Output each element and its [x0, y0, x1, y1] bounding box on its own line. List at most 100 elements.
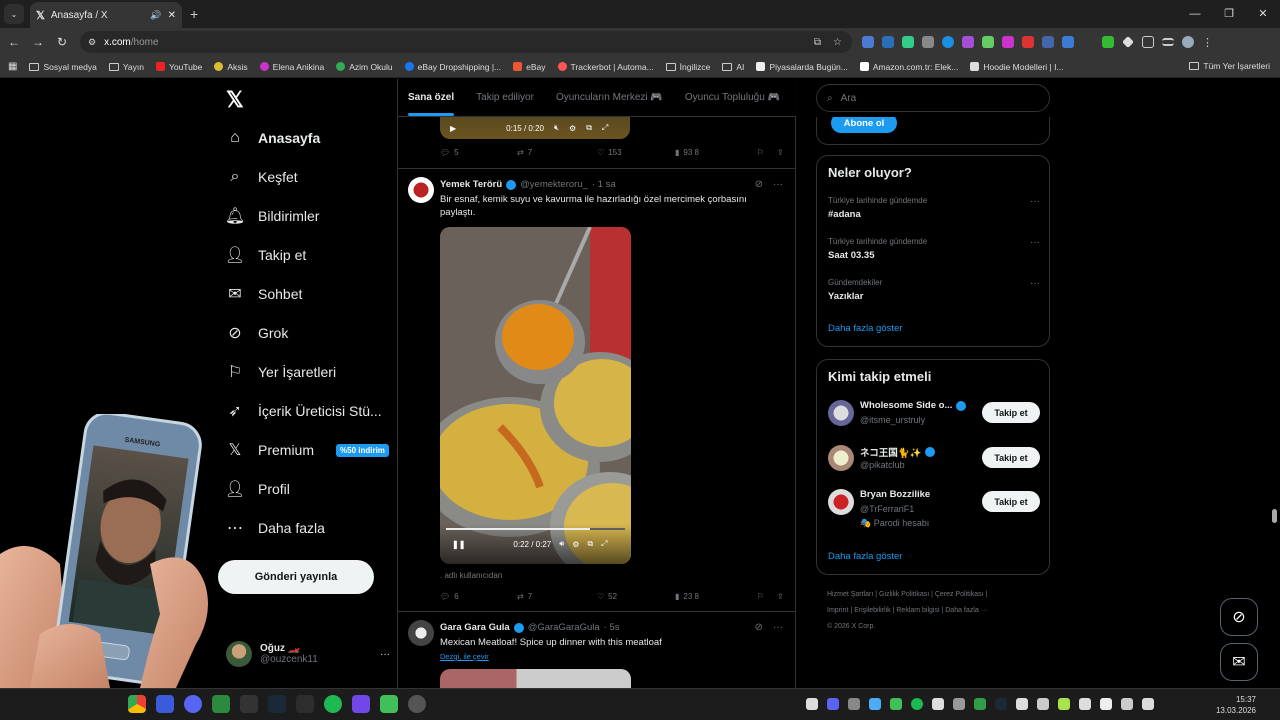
bookmark-item[interactable]: Azim Okulu — [336, 62, 393, 72]
trend-item[interactable]: Türkiye tarihinde gündemde Saat 03.35 ··… — [828, 237, 1040, 261]
bookmark-button[interactable]: ⚐ — [757, 148, 777, 157]
bookmark-item[interactable]: Sosyal medya — [29, 62, 97, 72]
tray-icon[interactable] — [827, 698, 839, 710]
spotify-icon[interactable] — [324, 695, 342, 713]
microphone-icon[interactable] — [1100, 698, 1112, 710]
repost-button[interactable]: ⇄ 7 — [517, 148, 597, 157]
author-handle[interactable]: @GaraGaraGula — [528, 622, 600, 633]
extension-icon[interactable] — [962, 36, 974, 48]
extension-icon[interactable] — [1102, 36, 1114, 48]
views-button[interactable]: ▮ 23 8 — [675, 592, 757, 601]
avatar[interactable] — [408, 620, 434, 646]
steam-icon[interactable] — [268, 695, 286, 713]
browser-tab[interactable]: 𝕏 Anasayfa / X 🔊 ✕ — [30, 2, 182, 28]
scrollbar-thumb[interactable] — [1272, 509, 1277, 523]
bookmark-item[interactable]: İngilizce — [665, 62, 710, 72]
reply-button[interactable]: 💬︎ 5 — [440, 148, 517, 157]
more-icon[interactable]: ··· — [1030, 196, 1040, 207]
tray-icon[interactable] — [911, 698, 923, 710]
search-input[interactable]: ⌕ Ara — [816, 84, 1050, 112]
clock[interactable]: 15:37 13.03.2026 — [1216, 694, 1256, 716]
extension-icon[interactable] — [862, 36, 874, 48]
post-video[interactable]: ❚❚ 0:22 / 0:27 🔊︎ ⚙ ⧉ ⤢ — [440, 227, 631, 564]
video-attribution[interactable]: . adlı kullanıcıdan — [440, 571, 502, 580]
more-icon[interactable]: ··· — [773, 179, 783, 190]
grok-icon[interactable]: ⊘ — [755, 622, 763, 633]
fullscreen-icon[interactable]: ⤢ — [602, 123, 608, 133]
site-info-icon[interactable]: ⚙ — [88, 37, 96, 48]
post-image[interactable] — [440, 669, 631, 688]
follow-button[interactable]: Takip et — [982, 491, 1040, 512]
bookmark-item[interactable]: Trackerbot | Automa... — [557, 62, 654, 72]
minimize-button[interactable]: — — [1178, 0, 1212, 28]
extension-icon[interactable] — [1022, 36, 1034, 48]
tray-icon[interactable] — [995, 698, 1007, 710]
extension-icon[interactable] — [1122, 36, 1134, 48]
volume-icon[interactable]: 🔊︎ — [559, 539, 564, 549]
fullscreen-icon[interactable]: ⤢ — [601, 539, 607, 549]
play-icon[interactable]: ▶ — [450, 124, 456, 133]
browser-menu-icon[interactable]: ⋮ — [1202, 36, 1213, 49]
extension-icon[interactable] — [1002, 36, 1014, 48]
nav-explore[interactable]: ⌕ Keşfet — [226, 168, 298, 186]
nav-notifications[interactable]: 🔔︎ Bildirimler — [225, 207, 320, 225]
author-handle[interactable]: @yemekteroru_ — [520, 179, 588, 190]
bookmark-item[interactable]: eBay — [513, 62, 546, 72]
pause-icon[interactable]: ❚❚ — [452, 540, 465, 549]
author-name[interactable]: Gara Gara Gula — [440, 622, 510, 633]
account-switcher[interactable]: Oğuz 🏎️ @ouzcenk11 ··· — [226, 641, 390, 667]
speaker-icon[interactable] — [1142, 698, 1154, 710]
back-icon[interactable]: ← — [2, 35, 26, 49]
reload-icon[interactable]: ↻ — [50, 35, 74, 49]
tray-icon[interactable] — [869, 698, 881, 710]
share-button[interactable]: ⇪ — [777, 148, 784, 157]
xbox-icon[interactable] — [212, 695, 230, 713]
nav-grok[interactable]: ⊘ Grok — [226, 324, 288, 342]
reply-button[interactable]: 💬︎ 6 — [440, 592, 517, 601]
like-button[interactable]: ♡ 153 — [597, 148, 675, 157]
like-button[interactable]: ♡ 52 — [597, 592, 675, 601]
install-icon[interactable]: ⧉ — [814, 37, 821, 48]
bookmark-star-icon[interactable]: ☆ — [833, 37, 842, 48]
tray-icon[interactable] — [1058, 698, 1070, 710]
maximize-button[interactable]: ❐ — [1212, 0, 1246, 28]
grok-icon[interactable]: ⊘ — [755, 179, 763, 190]
all-bookmarks[interactable]: Tüm Yer İşaretleri — [1189, 61, 1270, 71]
tray-icon[interactable] — [806, 698, 818, 710]
tab-search-button[interactable]: ⌄ — [4, 4, 24, 24]
show-more-link[interactable]: Daha fazla göster — [828, 323, 902, 334]
tray-icon[interactable] — [1037, 698, 1049, 710]
tray-icon[interactable] — [953, 698, 965, 710]
tray-icon[interactable] — [1079, 698, 1091, 710]
extension-icon[interactable] — [922, 36, 934, 48]
more-icon[interactable]: ··· — [1030, 237, 1040, 248]
settings-icon[interactable]: ⚙ — [569, 124, 576, 133]
speaker-icon[interactable]: 🔊 — [150, 10, 161, 21]
tray-icon[interactable] — [890, 698, 902, 710]
obs-icon[interactable] — [408, 695, 426, 713]
bookmark-item[interactable]: Elena Anikina — [259, 62, 324, 72]
app-icon[interactable] — [380, 695, 398, 713]
trend-item[interactable]: Gündemdekiler Yazıklar ··· — [828, 278, 1040, 302]
bookmark-item[interactable]: eBay Dropshipping |... — [404, 62, 501, 72]
extensions-puzzle-icon[interactable] — [1142, 36, 1154, 48]
trend-item[interactable]: Türkiye tarihinde gündemde #adana ··· — [828, 196, 1040, 220]
extension-icon[interactable] — [902, 36, 914, 48]
post-button[interactable]: Gönderi yayınla — [218, 560, 374, 594]
app-icon[interactable] — [352, 695, 370, 713]
bookmark-item[interactable]: Hoodie Modelleri | I... — [970, 62, 1064, 72]
url-input[interactable]: ⚙ x.com/home ⧉ ☆ — [80, 31, 852, 53]
footer-line[interactable]: Hizmet Şartları | Gizlilik Politikası | … — [827, 587, 1039, 603]
post-time[interactable]: · 5s — [604, 622, 620, 633]
network-icon[interactable] — [1121, 698, 1133, 710]
tray-icon[interactable] — [974, 698, 986, 710]
author-name[interactable]: Yemek Terörü — [440, 179, 502, 190]
subscribe-button[interactable]: Abone ol — [831, 117, 897, 133]
close-window-button[interactable]: ✕ — [1246, 0, 1280, 28]
follow-suggestion[interactable]: Wholesome Side o... @itsme_urstruly Taki… — [828, 400, 1040, 440]
epic-games-icon[interactable] — [240, 695, 258, 713]
nav-premium[interactable]: 𝕏 Premium %50 indirim — [226, 441, 389, 459]
bookmark-item[interactable]: Amazon.com.tr: Elek... — [859, 62, 958, 72]
views-button[interactable]: ▮ 93 8 — [675, 148, 757, 157]
follow-button[interactable]: Takip et — [982, 447, 1040, 468]
